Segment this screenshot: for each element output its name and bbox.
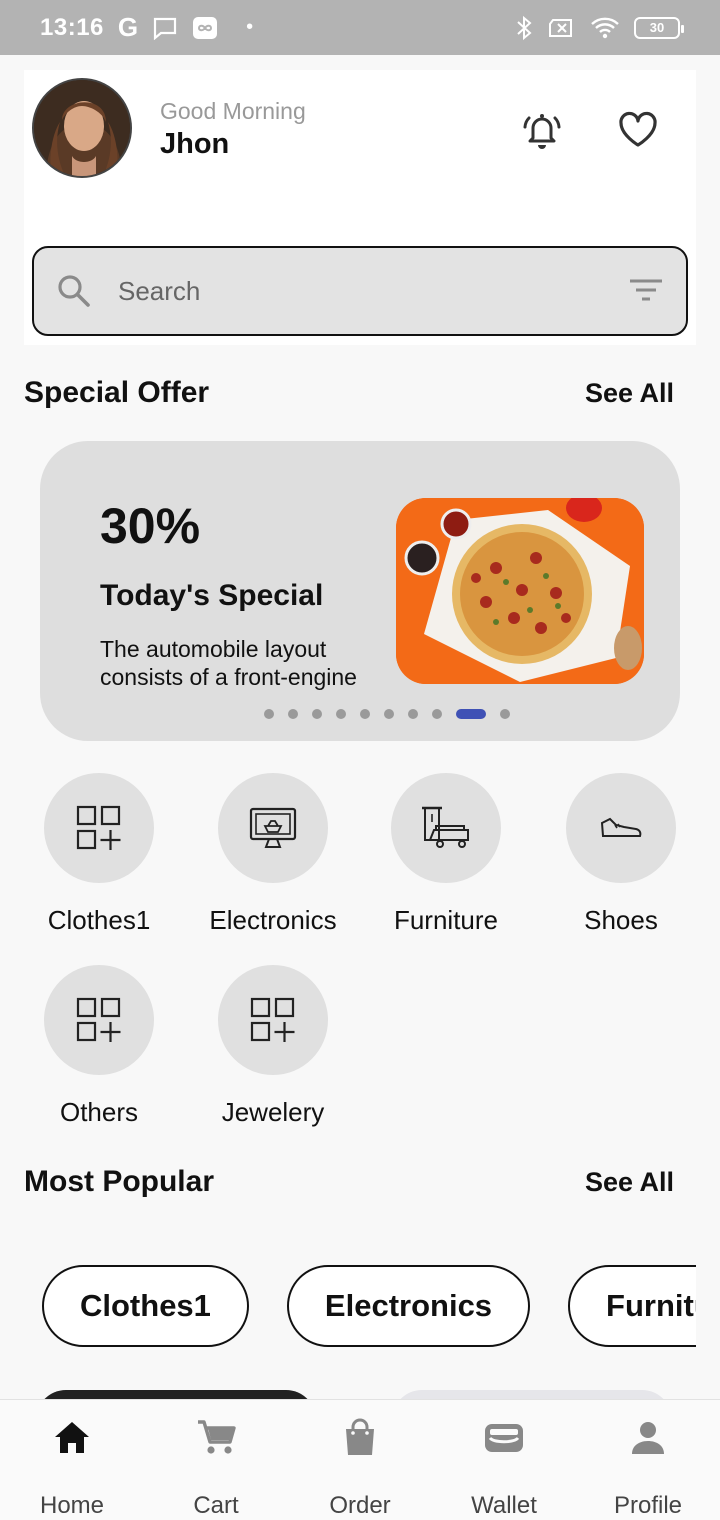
dot-icon: • bbox=[246, 16, 254, 38]
wifi-icon bbox=[591, 17, 619, 38]
promo-pizza-image bbox=[396, 498, 644, 684]
chip-furniture[interactable]: Furniture bbox=[568, 1265, 696, 1347]
category-grid-icon bbox=[76, 805, 121, 850]
promo-description: The automobile layout consists of a fron… bbox=[100, 636, 357, 690]
category-icon-circle bbox=[391, 773, 501, 883]
search-input[interactable] bbox=[118, 275, 628, 307]
most-popular-title: Most Popular bbox=[24, 1165, 215, 1198]
category-label: Electronics bbox=[209, 905, 337, 935]
google-icon: G bbox=[117, 12, 139, 42]
category-shoes[interactable]: Shoes bbox=[546, 773, 696, 936]
nav-label: Profile bbox=[613, 1492, 683, 1519]
avatar-image bbox=[34, 80, 130, 176]
category-icon-circle bbox=[218, 965, 328, 1075]
nav-label: Order bbox=[329, 1492, 391, 1519]
nav-label: Cart bbox=[193, 1492, 239, 1519]
user-name: Jhon bbox=[160, 128, 230, 160]
bell-ring-icon bbox=[523, 114, 561, 149]
chip-clothes1[interactable]: Clothes1 bbox=[42, 1265, 249, 1347]
category-grid-icon bbox=[250, 997, 295, 1042]
carousel-dot[interactable] bbox=[264, 709, 274, 719]
sim-icon bbox=[549, 18, 572, 37]
special-offer-title: Special Offer bbox=[24, 376, 210, 409]
special-offer-see-all[interactable]: See All bbox=[585, 378, 674, 409]
status-bar: 13:16 G • 30 bbox=[0, 0, 720, 55]
furniture-icon bbox=[422, 806, 469, 848]
most-popular-see-all[interactable]: See All bbox=[585, 1167, 674, 1198]
notification-button[interactable] bbox=[520, 108, 564, 152]
wallet-icon bbox=[485, 1424, 523, 1452]
bottom-navigation: Home Cart Order Wallet Profile bbox=[0, 1399, 720, 1520]
category-furniture[interactable]: Furniture bbox=[371, 773, 521, 936]
promo-percent: 30% bbox=[100, 498, 201, 554]
bag-icon bbox=[346, 1418, 374, 1455]
header-card: Good Morning Jhon bbox=[24, 70, 696, 345]
carousel-dot[interactable] bbox=[432, 709, 442, 719]
nav-order[interactable]: Order bbox=[288, 1400, 432, 1520]
infinity-icon bbox=[193, 16, 218, 39]
category-electronics[interactable]: Electronics bbox=[198, 773, 348, 936]
carousel-dot[interactable] bbox=[384, 709, 394, 719]
carousel-dot[interactable] bbox=[336, 709, 346, 719]
promo-banner[interactable]: 30% Today's Special The automobile layou… bbox=[40, 441, 680, 741]
carousel-dot-active[interactable] bbox=[456, 709, 486, 719]
bluetooth-icon bbox=[517, 15, 532, 40]
carousel-dot[interactable] bbox=[312, 709, 322, 719]
nav-profile[interactable]: Profile bbox=[576, 1400, 720, 1520]
message-icon bbox=[154, 17, 177, 40]
nav-label: Wallet bbox=[471, 1492, 537, 1519]
battery-level: 30 bbox=[649, 20, 665, 35]
monitor-icon bbox=[249, 807, 297, 848]
home-icon bbox=[55, 1422, 89, 1453]
favorites-button[interactable] bbox=[616, 108, 660, 152]
promo-title: Today's Special bbox=[100, 579, 324, 612]
chip-electronics[interactable]: Electronics bbox=[286, 1265, 531, 1347]
popular-filter-chips: Clothes1 Electronics Furniture bbox=[42, 1265, 696, 1347]
nav-cart[interactable]: Cart bbox=[144, 1400, 288, 1520]
category-label: Furniture bbox=[393, 905, 499, 935]
category-icon-circle bbox=[566, 773, 676, 883]
search-bar[interactable] bbox=[32, 246, 688, 336]
carousel-dot[interactable] bbox=[500, 709, 510, 719]
category-icon-circle bbox=[218, 773, 328, 883]
carousel-dot[interactable] bbox=[360, 709, 370, 719]
status-time: 13:16 bbox=[40, 13, 104, 41]
category-label: Clothes1 bbox=[47, 905, 151, 935]
category-jewelery[interactable]: Jewelery bbox=[198, 965, 348, 1128]
category-label: Jewelery bbox=[221, 1097, 325, 1127]
nav-wallet[interactable]: Wallet bbox=[432, 1400, 576, 1520]
category-icon-circle bbox=[44, 965, 154, 1075]
cart-icon bbox=[198, 1420, 236, 1454]
nav-label: Home bbox=[39, 1492, 105, 1519]
category-grid-icon bbox=[76, 997, 121, 1042]
heart-icon bbox=[619, 111, 657, 147]
battery-icon: 30 bbox=[634, 16, 684, 39]
search-icon bbox=[58, 275, 90, 307]
category-icon-circle bbox=[44, 773, 154, 883]
carousel-dot[interactable] bbox=[288, 709, 298, 719]
person-icon bbox=[632, 1422, 664, 1454]
shoe-icon bbox=[600, 817, 642, 837]
category-clothes1[interactable]: Clothes1 bbox=[24, 773, 174, 936]
avatar[interactable] bbox=[32, 78, 132, 178]
nav-home[interactable]: Home bbox=[0, 1400, 144, 1520]
filter-icon[interactable] bbox=[628, 276, 664, 306]
category-label: Shoes bbox=[584, 905, 658, 935]
category-others[interactable]: Others bbox=[24, 965, 174, 1128]
carousel-dot[interactable] bbox=[408, 709, 418, 719]
category-label: Others bbox=[59, 1097, 139, 1127]
carousel-indicator bbox=[40, 709, 680, 719]
greeting-text: Good Morning bbox=[160, 98, 306, 124]
